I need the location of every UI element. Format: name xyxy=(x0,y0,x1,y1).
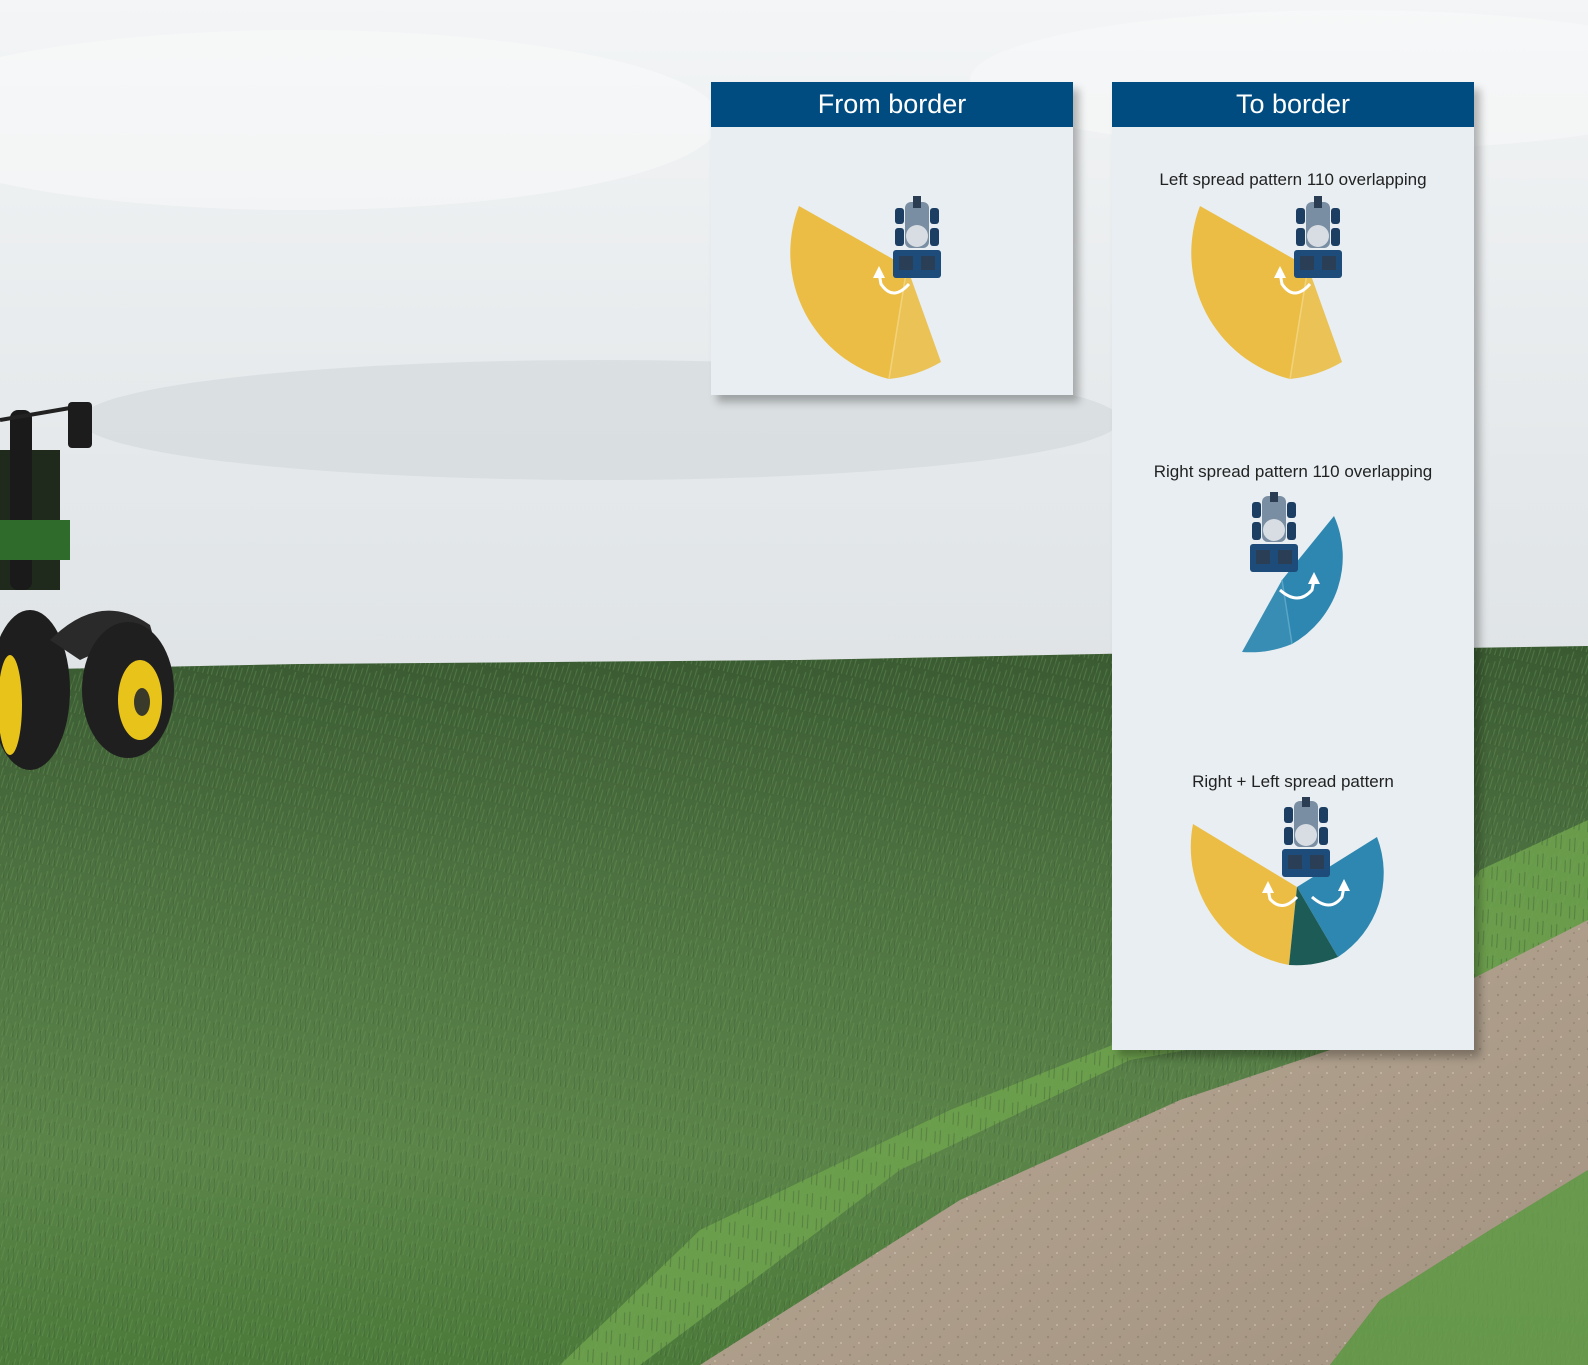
tractor-spreader-icon xyxy=(1250,492,1298,572)
panel-title-to-border: To border xyxy=(1112,82,1474,127)
tractor-spreader-icon xyxy=(1294,196,1342,278)
from-border-panel: From border xyxy=(711,82,1073,395)
right-spread-pattern-diagram xyxy=(1242,492,1343,653)
right-left-spread-pattern-diagram xyxy=(1190,797,1384,966)
panel-title-from-border: From border xyxy=(711,82,1073,127)
pattern-label-right: Right spread pattern 110 overlapping xyxy=(1153,462,1433,481)
pattern-label-both: Right + Left spread pattern xyxy=(1192,772,1394,791)
left-spread-pattern-diagram xyxy=(790,196,941,380)
tractor-spreader-icon xyxy=(893,196,941,278)
to-border-panel: To border Left spread pattern 110 overla… xyxy=(1112,82,1474,1050)
left-spread-sector xyxy=(1190,824,1297,965)
left-spread-pattern-diagram xyxy=(1191,196,1342,380)
tractor-spreader-icon xyxy=(1282,797,1330,877)
